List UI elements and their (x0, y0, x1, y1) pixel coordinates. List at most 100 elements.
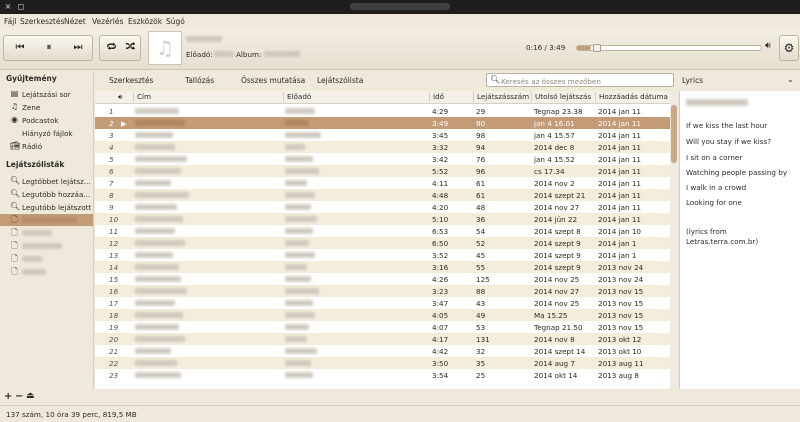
sidebar-item-music[interactable]: ♫ Zene (0, 101, 93, 113)
col-title[interactable]: Cím (133, 92, 283, 102)
table-row[interactable]: 16 3:23 88 2014 nov 27 2013 nov 15 (95, 285, 670, 297)
add-playlist-button[interactable]: + (4, 391, 12, 402)
tab-playlist[interactable]: Lejátszólista (317, 76, 363, 85)
table-row[interactable]: 9 4:20 48 2014 nov 27 2014 jan 11 (95, 201, 670, 213)
track-artist-redacted (285, 264, 307, 270)
sidebar-item-playlist-selected[interactable]: 🗋︎ (0, 214, 93, 226)
col-last-played[interactable]: Utolsó lejátszás (531, 92, 595, 102)
table-row[interactable]: 20 4:17 131 2014 nov 8 2013 okt 12 (95, 333, 670, 345)
tab-show-all[interactable]: Összes mutatása (241, 76, 305, 85)
track-time: 3:49 (432, 119, 449, 128)
table-row[interactable]: 11 6:53 54 2014 szept 8 2014 jan 10 (95, 225, 670, 237)
chevron-down-icon[interactable]: ⌄ (787, 75, 794, 84)
track-date-added: 2014 jan 11 (598, 215, 641, 224)
sidebar-item-playlist[interactable]: 🗋︎ (0, 227, 93, 239)
pause-button[interactable]: ⏸ (35, 36, 63, 60)
sidebar-item-radio[interactable]: 📻︎ Rádió (0, 140, 93, 152)
tab-browse[interactable]: Tallózás (185, 76, 214, 85)
playing-indicator-icon: ▶ (121, 119, 127, 128)
menu-control[interactable]: Vezérlés (92, 17, 123, 26)
col-artist[interactable]: Előadó (283, 92, 429, 102)
table-row[interactable]: 7 4:11 61 2014 nov 2 2014 jan 11 (95, 177, 670, 189)
track-artist-redacted (285, 132, 321, 138)
table-row[interactable]: 23 3:54 25 2014 okt 14 2013 aug 8 (95, 369, 670, 381)
track-date-added: 2013 okt 10 (598, 347, 642, 356)
table-row[interactable]: 17 3:47 43 2014 nov 25 2013 nov 15 (95, 297, 670, 309)
sidebar-item-recently-added[interactable]: 🔍︎ Legutóbb hozzáa... (0, 188, 93, 200)
menu-tools[interactable]: Eszközök (128, 17, 162, 26)
track-date-added: 2013 nov 15 (598, 287, 644, 296)
repeat-icon[interactable]: 🔁︎ (102, 36, 121, 60)
table-row[interactable]: 22 3:50 35 2014 aug 7 2013 aug 11 (95, 357, 670, 369)
eject-button[interactable]: ⏏ (26, 391, 35, 401)
track-title-redacted (135, 300, 175, 306)
table-row[interactable]: 8 4:48 61 2014 szept 21 2014 jan 11 (95, 189, 670, 201)
seek-handle[interactable] (592, 44, 601, 52)
previous-track-button[interactable]: ⏮ (6, 36, 34, 60)
track-playcount: 76 (476, 155, 486, 164)
table-row[interactable]: 3 3:45 98 jan 4 15.57 2014 jan 11 (95, 129, 670, 141)
track-number: 6 (109, 167, 114, 176)
table-row[interactable]: 15 4:26 125 2014 nov 25 2013 nov 24 (95, 273, 670, 285)
track-artist-redacted (285, 276, 311, 282)
track-playcount: 29 (476, 107, 486, 116)
table-row[interactable]: 6 5:52 96 cs 17.34 2014 jan 11 (95, 165, 670, 177)
search-icon: 🔍︎ (10, 202, 21, 211)
search-input[interactable]: 🔍︎ Keresés az összes mezőben (486, 73, 674, 87)
table-row[interactable]: 2 ▶ 3:49 80 jan 4 16.01 2014 jan 11 (95, 117, 670, 129)
sidebar-item-queue[interactable]: ▤ Lejátszási sor (0, 88, 93, 100)
seek-bar-fill (577, 46, 591, 50)
table-row[interactable]: 12 6:50 52 2014 szept 9 2014 jan 1 (95, 237, 670, 249)
sidebar-item-playlist[interactable]: 🗋︎ (0, 240, 93, 252)
lyrics-source: Letras.terra.com.br) (686, 237, 759, 246)
track-playcount: 94 (476, 143, 486, 152)
track-number: 23 (109, 371, 119, 380)
table-scrollbar[interactable] (670, 91, 678, 389)
tab-edit[interactable]: Szerkesztés (109, 76, 153, 85)
now-playing-column-icon[interactable]: 🔊︎ (115, 92, 133, 102)
sidebar-item-playlist[interactable]: 🗋︎ (0, 266, 93, 278)
menu-edit[interactable]: Szerkesztés (20, 17, 64, 26)
sidebar-item-recently-played[interactable]: 🔍︎ Legutóbb lejátszott (0, 201, 93, 213)
table-row[interactable]: 4 3:32 94 2014 dec 8 2014 jan 11 (95, 141, 670, 153)
sidebar-item-missing[interactable]: Hiányzó fájlok (0, 127, 93, 139)
col-date-added[interactable]: Hozzáadás dátuma (595, 92, 670, 102)
settings-button[interactable]: ⚙ (779, 35, 799, 61)
col-number[interactable] (95, 92, 115, 102)
next-track-button[interactable]: ⏭ (64, 36, 92, 60)
sidebar-item-podcasts[interactable]: ◉ Podcastok (0, 114, 93, 126)
lyrics-line: Looking for one (686, 198, 742, 207)
maximize-window-button[interactable]: ◻ (16, 2, 26, 12)
menu-file[interactable]: Fájl (4, 17, 16, 26)
track-playcount: 54 (476, 227, 486, 236)
close-window-button[interactable]: × (3, 2, 13, 12)
table-row[interactable]: 13 3:52 45 2014 szept 9 2014 jan 1 (95, 249, 670, 261)
table-row[interactable]: 19 4:07 53 Tegnap 21.50 2013 nov 15 (95, 321, 670, 333)
track-date-added: 2014 jan 10 (598, 227, 641, 236)
track-time: 3:47 (432, 299, 449, 308)
table-row[interactable]: 14 3:16 55 2014 szept 9 2013 nov 24 (95, 261, 670, 273)
track-date-added: 2014 jan 11 (598, 119, 641, 128)
track-time: 4:17 (432, 335, 449, 344)
track-playcount: 80 (476, 119, 486, 128)
sidebar-item-most-played[interactable]: 🔍︎ Legtöbbet lejátsz... (0, 175, 93, 187)
volume-icon[interactable]: 🔊︎ (765, 41, 771, 51)
table-row[interactable]: 18 4:05 49 Ma 15.25 2013 nov 15 (95, 309, 670, 321)
file-icon: 🗋︎ (11, 241, 18, 250)
scrollbar-thumb[interactable] (671, 105, 677, 163)
track-title-redacted (135, 216, 183, 222)
track-playcount: 35 (476, 359, 486, 368)
menu-view[interactable]: Nézet (64, 17, 86, 26)
table-row[interactable]: 21 4:42 32 2014 szept 14 2013 okt 10 (95, 345, 670, 357)
track-title-redacted (135, 144, 175, 150)
col-playcount[interactable]: Lejátszásszám (473, 92, 531, 102)
table-row[interactable]: 10 5:10 36 2014 jún 22 2014 jan 11 (95, 213, 670, 225)
table-row[interactable]: 1 4:29 29 Tegnap 23.38 2014 jan 11 (95, 105, 670, 117)
sidebar-item-playlist[interactable]: 🗋︎ (0, 253, 93, 265)
remove-playlist-button[interactable]: − (15, 391, 23, 402)
shuffle-icon[interactable]: 🔀︎ (121, 36, 140, 60)
table-row[interactable]: 5 3:42 76 jan 4 15.52 2014 jan 11 (95, 153, 670, 165)
col-time[interactable]: Idő (429, 92, 473, 102)
seek-bar[interactable] (576, 44, 762, 52)
menu-help[interactable]: Súgó (166, 17, 185, 26)
